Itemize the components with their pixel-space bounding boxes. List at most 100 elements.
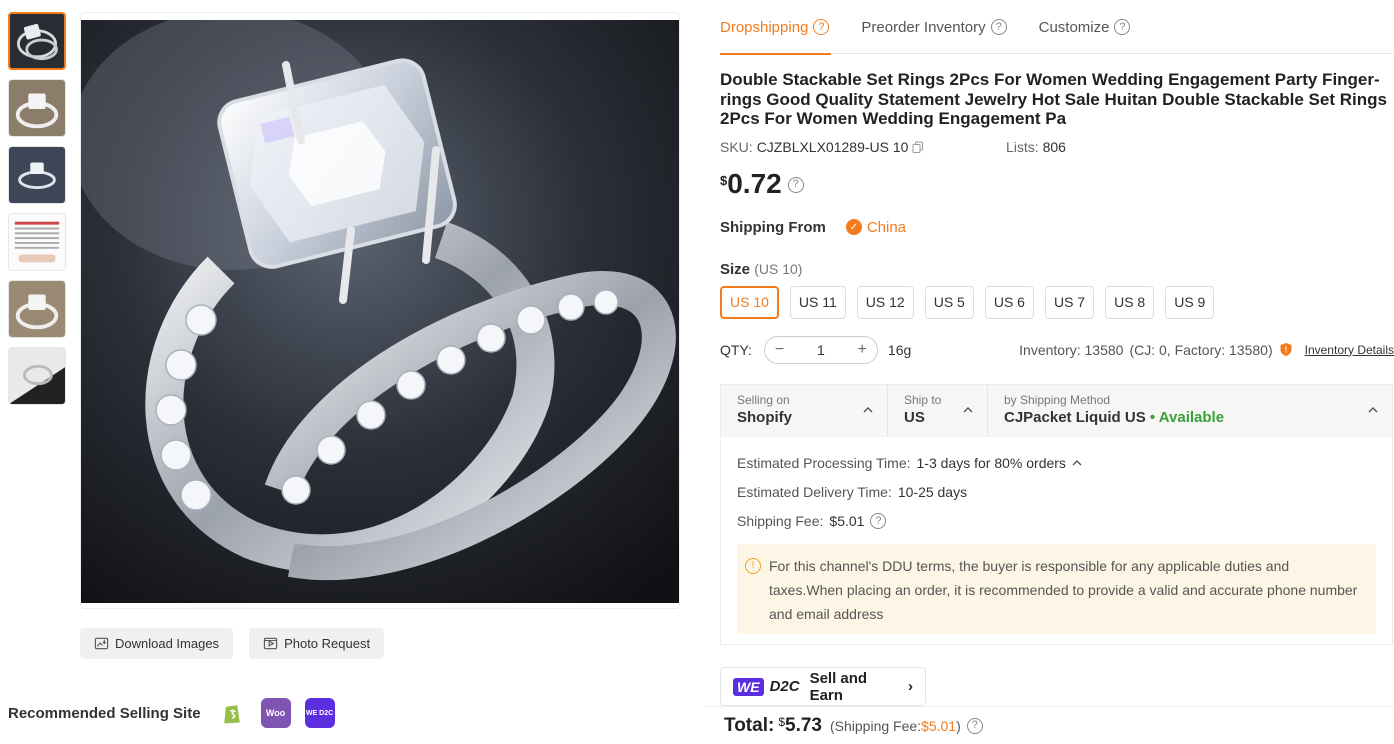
tab-preorder-inventory[interactable]: Preorder Inventory ? (861, 0, 1007, 54)
we-d2c-sell-and-earn-button[interactable]: WE D2C Sell and Earn › (720, 667, 926, 706)
chevron-right-icon: › (908, 678, 913, 695)
thumbnail-4[interactable] (8, 213, 66, 271)
download-images-button[interactable]: Download Images (80, 628, 234, 659)
help-icon[interactable]: ? (787, 176, 804, 193)
help-icon[interactable]: ? (813, 19, 830, 35)
shipping-from: Shipping From ✓ China (720, 219, 1394, 236)
chevron-up-icon[interactable] (1072, 458, 1082, 468)
we-logo: WE (733, 677, 764, 696)
tab-customize-label: Customize (1038, 18, 1110, 36)
thumbnail-3[interactable] (8, 146, 66, 204)
shipping-method-select[interactable]: by Shipping Method CJPacket Liquid US • … (988, 385, 1392, 437)
sku-value: CJZBLXLX01289-US 10 (756, 138, 909, 155)
inventory-details-link[interactable]: Inventory Details (1305, 343, 1394, 357)
lists-count: Lists: 806 (1006, 139, 1066, 155)
size-label: Size (720, 260, 751, 278)
shipping-header: Selling on Shopify Ship to US by Shippin… (721, 384, 1392, 437)
qty-label: QTY: (720, 341, 752, 358)
selling-on-select[interactable]: Selling on Shopify (721, 384, 888, 437)
warning-icon: ! (745, 557, 761, 574)
price-currency: $ (720, 172, 728, 188)
availability-status: • Available (1149, 408, 1225, 426)
processing-time-value: 1-3 days for 80% orders (916, 455, 1066, 471)
thumbnail-6[interactable] (8, 347, 66, 405)
size-option-us-6[interactable]: US 6 (984, 285, 1034, 319)
recommended-selling-site-label: Recommended Selling Site (8, 704, 201, 722)
sell-and-earn-label: Sell and Earn (809, 669, 868, 704)
weight: 16g (887, 341, 912, 358)
ship-to-label: Ship to (904, 392, 942, 407)
lists-label: Lists: (1006, 138, 1039, 155)
price: $ 0.72 ? (720, 167, 1394, 199)
ship-to-select[interactable]: Ship to US (888, 384, 988, 437)
thumbnail-5[interactable] (8, 280, 66, 338)
size-option-us-8[interactable]: US 8 (1105, 285, 1155, 319)
thumbnail-list (8, 12, 68, 414)
shipping-fee-value: $5.01 (829, 513, 865, 529)
total-fee-open: (Shipping Fee: (829, 717, 922, 734)
total-bar: Total: $ 5.73 (Shipping Fee: $5.01 ) ? (704, 706, 1394, 744)
we-d2c-icon[interactable]: WE D2C (304, 698, 335, 728)
copy-icon[interactable] (912, 141, 924, 153)
size-option-us-10[interactable]: US 10 (720, 285, 779, 319)
delivery-time-value: 10-25 days (897, 484, 968, 500)
selling-on-value: Shopify (737, 408, 792, 426)
shipping-fee-row: Shipping Fee: $5.01 ? (737, 507, 1376, 536)
quantity-input[interactable]: 1 (817, 342, 825, 358)
woo-icon[interactable]: Woo (260, 698, 291, 728)
size-option-us-11[interactable]: US 11 (789, 285, 846, 319)
size-option-us-12[interactable]: US 12 (856, 285, 914, 319)
size-label-row: Size (US 10) (720, 261, 1394, 278)
size-option-us-9[interactable]: US 9 (1165, 285, 1215, 319)
help-icon[interactable]: ? (990, 19, 1007, 35)
ddu-notice: ! For this channel's DDU terms, the buye… (737, 543, 1376, 634)
delivery-time-row: Estimated Delivery Time: 10-25 days (737, 478, 1376, 507)
help-icon[interactable]: ? (966, 717, 983, 734)
processing-time-row: Estimated Processing Time: 1-3 days for … (737, 449, 1376, 478)
chevron-up-icon (963, 406, 973, 412)
ring-photo (81, 20, 679, 603)
tab-bar: Dropshipping ? Preorder Inventory ? Cust… (720, 0, 1394, 55)
woo-icon-text: Woo (265, 708, 286, 718)
delivery-time-label: Estimated Delivery Time: (737, 484, 892, 500)
main-product-image (80, 12, 680, 609)
shipping-from-option[interactable]: ✓ China (845, 218, 907, 236)
tab-dropshipping[interactable]: Dropshipping ? (720, 0, 832, 55)
shipping-method-label: by Shipping Method (1004, 392, 1111, 407)
selling-on-label: Selling on (737, 392, 790, 407)
sku-label: SKU: (720, 138, 753, 155)
shipping-from-value: China (866, 218, 907, 236)
photo-request-label: Photo Request (284, 636, 371, 651)
total-fee-value: $5.01 (921, 717, 957, 734)
ddu-notice-text: For this channel's DDU terms, the buyer … (769, 557, 1358, 622)
shipping-box: Selling on Shopify Ship to US by Shippin… (720, 383, 1393, 645)
photo-request-button[interactable]: Photo Request (249, 628, 385, 659)
total-fee-close: ) (956, 717, 961, 734)
shopify-icon[interactable] (216, 698, 247, 728)
inventory-detail: (CJ: 0, Factory: 13580) (1129, 341, 1273, 358)
decrement-button[interactable]: − (775, 341, 784, 359)
processing-time-label: Estimated Processing Time: (737, 455, 911, 471)
thumbnail-2[interactable] (8, 79, 66, 137)
help-icon[interactable]: ? (870, 513, 887, 529)
tab-dropshipping-label: Dropshipping (720, 18, 809, 36)
total-value: 5.73 (785, 714, 822, 736)
quantity-row: QTY: − 1 + 16g Inventory: 13580 (CJ: 0, … (720, 335, 1394, 364)
svg-text:!: ! (1284, 346, 1287, 355)
price-value: 0.72 (727, 167, 782, 199)
lists-value: 806 (1042, 138, 1066, 155)
chevron-up-icon (1368, 406, 1378, 412)
increment-button[interactable]: + (858, 341, 867, 359)
tab-customize[interactable]: Customize ? (1039, 0, 1131, 54)
total-currency: $ (778, 715, 785, 729)
product-meta: SKU: CJZBLXLX01289-US 10 Lists: 806 (720, 139, 1394, 155)
size-option-us-7[interactable]: US 7 (1044, 285, 1095, 319)
shipping-details: Estimated Processing Time: 1-3 days for … (721, 437, 1392, 644)
help-icon[interactable]: ? (1114, 19, 1131, 35)
inventory-count: Inventory: 13580 (1019, 341, 1124, 358)
size-option-us-5[interactable]: US 5 (924, 285, 974, 319)
download-images-label: Download Images (115, 636, 220, 651)
size-options: US 10 US 11 US 12 US 5 US 6 US 7 US 8 US… (720, 285, 1394, 319)
tab-preorder-label: Preorder Inventory (861, 18, 986, 36)
thumbnail-1[interactable] (8, 12, 66, 70)
